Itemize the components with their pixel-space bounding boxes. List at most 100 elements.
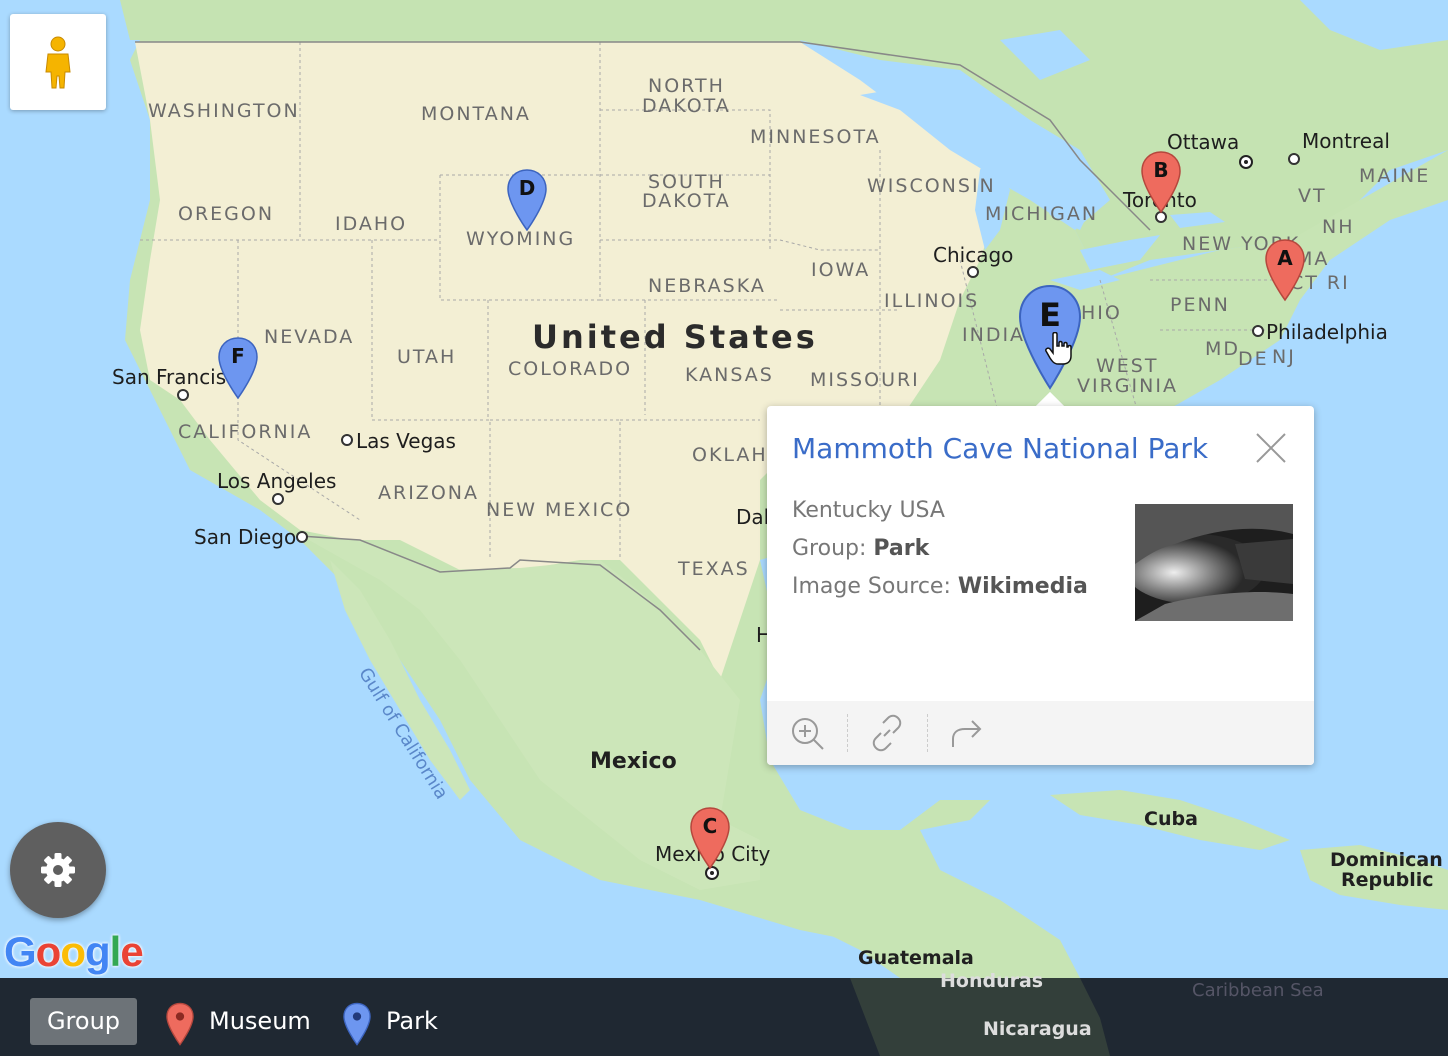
google-logo-letter: e xyxy=(120,928,143,975)
street-view-pegman-button[interactable] xyxy=(10,14,106,110)
state-label-west-virginia-1: WEST xyxy=(1096,355,1159,377)
marker-letter: A xyxy=(1277,246,1293,270)
popup-thumbnail[interactable] xyxy=(1135,504,1293,621)
settings-button[interactable] xyxy=(10,822,106,918)
city-dot-montreal xyxy=(1288,153,1300,165)
city-label-dallas: Dal xyxy=(736,505,770,529)
share-button[interactable] xyxy=(947,713,987,753)
link-icon xyxy=(872,714,902,752)
map-marker-a[interactable]: A xyxy=(1265,238,1305,302)
map-marker-e-selected[interactable]: E xyxy=(1018,284,1082,390)
city-dot-philadelphia xyxy=(1252,325,1264,337)
country-label-dominican-1: Dominican xyxy=(1330,849,1443,871)
park-marker-icon xyxy=(342,1002,372,1046)
city-dot-las-vegas xyxy=(341,434,353,446)
state-label-texas: TEXAS xyxy=(678,558,750,580)
state-label-wisconsin: WISCONSIN xyxy=(867,175,996,197)
city-dot-san-diego xyxy=(296,531,308,543)
cave-photo xyxy=(1135,504,1293,621)
popup-group-label: Group: xyxy=(792,536,867,561)
share-icon xyxy=(952,720,982,747)
city-label-las-vegas: Las Vegas xyxy=(356,429,456,453)
popup-action-bar xyxy=(767,701,1314,765)
zoom-in-icon xyxy=(792,718,824,750)
state-label-utah: UTAH xyxy=(397,346,457,368)
popup-location: Kentucky USA xyxy=(792,498,945,523)
country-label-honduras: Honduras xyxy=(940,970,1044,992)
country-label-mexico: Mexico xyxy=(590,749,677,774)
state-label-south-dakota-2: DAKOTA xyxy=(642,190,731,212)
city-label-los-angeles: Los Angeles xyxy=(217,469,337,493)
state-label-indiana: INDIA xyxy=(962,324,1026,346)
popup-source-label: Image Source: xyxy=(792,574,951,599)
legend-bar: Honduras Nicaragua Caribbean Sea Group M… xyxy=(0,970,1448,1056)
map-marker-f[interactable]: F xyxy=(218,336,258,400)
city-dot-chicago xyxy=(967,266,979,278)
museum-marker-icon xyxy=(165,1002,195,1046)
state-label-north-dakota-2: DAKOTA xyxy=(642,95,731,117)
state-label-washington: WASHINGTON xyxy=(148,100,300,122)
state-label-idaho: IDAHO xyxy=(335,213,408,235)
marker-letter: C xyxy=(702,814,718,838)
info-popup: Mammoth Cave National Park Kentucky USA … xyxy=(767,406,1314,765)
state-label-minnesota: MINNESOTA xyxy=(750,126,881,148)
state-label-penn: PENN xyxy=(1170,294,1230,316)
state-label-md: MD xyxy=(1205,338,1241,360)
state-label-oregon: OREGON xyxy=(178,203,275,225)
map-marker-d[interactable]: D xyxy=(507,168,547,232)
map-marker-b[interactable]: B xyxy=(1141,150,1181,214)
city-label-chicago: Chicago xyxy=(933,243,1014,267)
state-label-nevada: NEVADA xyxy=(264,326,355,348)
state-label-maine: MAINE xyxy=(1359,165,1431,187)
marker-letter: E xyxy=(1039,296,1061,334)
google-logo-letter: G xyxy=(4,928,37,975)
popup-group-value: Park xyxy=(873,536,930,561)
city-label-philadelphia: Philadelphia xyxy=(1266,320,1388,344)
popup-source-row: Image Source: Wikimedia xyxy=(792,568,1088,606)
state-label-nj: NJ xyxy=(1272,346,1296,368)
country-label-guatemala: Guatemala xyxy=(858,947,974,969)
city-label-montreal: Montreal xyxy=(1302,129,1390,153)
google-logo-letter: o xyxy=(35,928,62,975)
state-label-california: CALIFORNIA xyxy=(178,421,313,443)
state-label-new-mexico: NEW MEXICO xyxy=(486,499,633,521)
country-label-cuba: Cuba xyxy=(1144,808,1198,830)
google-logo-letter: o xyxy=(60,928,86,975)
popup-source-value: Wikimedia xyxy=(957,574,1088,599)
pegman-icon xyxy=(45,36,71,89)
copy-link-button[interactable] xyxy=(867,713,907,753)
legend-item-park[interactable]: Park xyxy=(386,1001,438,1041)
popup-details: Kentucky USA Group: Park Image Source: W… xyxy=(792,492,1088,606)
marker-letter: D xyxy=(518,176,536,200)
state-label-nebraska: NEBRASKA xyxy=(648,275,766,297)
city-dot-ottawa xyxy=(1239,155,1253,169)
zoom-in-button[interactable] xyxy=(787,713,827,753)
state-label-colorado: COLORADO xyxy=(508,358,633,380)
state-label-de: DE xyxy=(1238,348,1269,370)
state-label-ohio: HIO xyxy=(1081,302,1122,324)
action-separator xyxy=(927,714,929,752)
city-dot-los-angeles xyxy=(272,493,284,505)
state-label-michigan: MICHIGAN xyxy=(985,203,1099,225)
state-label-iowa: IOWA xyxy=(811,259,871,281)
country-label-nicaragua: Nicaragua xyxy=(983,1018,1092,1040)
map-marker-c[interactable]: C xyxy=(690,806,730,870)
hand-cursor-icon xyxy=(1045,332,1072,365)
group-button[interactable]: Group xyxy=(30,998,137,1045)
popup-group-row: Group: Park xyxy=(792,530,1088,568)
state-label-north-dakota-1: NORTH xyxy=(648,75,725,97)
state-label-missouri: MISSOURI xyxy=(810,369,920,391)
city-label-san-diego: San Diego xyxy=(194,525,297,549)
marker-letter: B xyxy=(1153,158,1169,182)
state-label-vt: VT xyxy=(1298,185,1327,207)
country-label-usa: United States xyxy=(532,318,818,356)
close-button[interactable] xyxy=(1255,432,1287,464)
state-label-oklahoma: OKLAH xyxy=(692,444,768,466)
state-label-arizona: ARIZONA xyxy=(378,482,479,504)
city-dot-san-francisco xyxy=(177,389,189,401)
action-separator xyxy=(847,714,849,752)
google-logo: Google xyxy=(4,928,144,976)
legend-item-museum[interactable]: Museum xyxy=(209,1001,311,1041)
state-label-kansas: KANSAS xyxy=(685,364,774,386)
popup-title[interactable]: Mammoth Cave National Park xyxy=(792,432,1208,465)
